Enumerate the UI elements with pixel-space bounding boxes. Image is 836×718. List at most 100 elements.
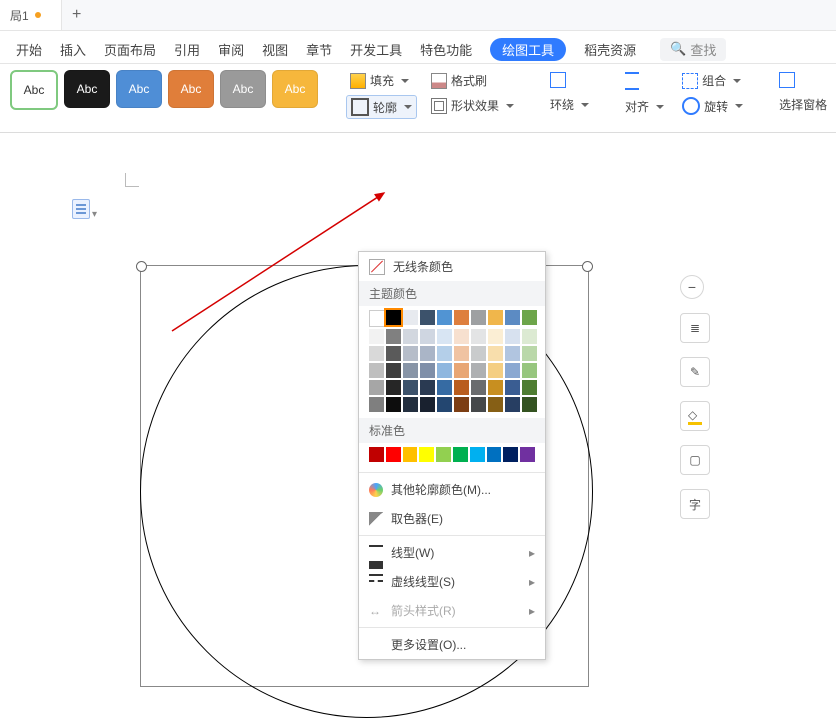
color-swatch[interactable] (386, 329, 401, 344)
color-swatch[interactable] (369, 380, 384, 395)
style-swatch[interactable]: Abc (116, 70, 162, 108)
resize-handle[interactable] (136, 261, 147, 272)
style-swatch[interactable]: Abc (168, 70, 214, 108)
tab-start[interactable]: 开始 (16, 40, 42, 59)
tab-view[interactable]: 视图 (262, 40, 288, 59)
color-swatch[interactable] (437, 363, 452, 378)
side-tool-paragraph[interactable]: ≣ (680, 313, 710, 343)
color-swatch[interactable] (522, 310, 537, 325)
color-swatch[interactable] (454, 363, 469, 378)
color-swatch[interactable] (454, 310, 469, 325)
color-swatch[interactable] (386, 397, 401, 412)
color-swatch[interactable] (503, 447, 518, 462)
color-swatch[interactable] (520, 447, 535, 462)
noline-item[interactable]: 无线条颜色 (359, 252, 545, 281)
side-tool-page[interactable]: ▢ (680, 445, 710, 475)
color-swatch[interactable] (420, 310, 435, 325)
tab-layout[interactable]: 页面布局 (104, 40, 156, 59)
color-swatch[interactable] (487, 447, 502, 462)
color-swatch[interactable] (369, 346, 384, 361)
color-swatch[interactable] (488, 346, 503, 361)
tab-reference[interactable]: 引用 (174, 40, 200, 59)
align-label-button[interactable]: 对齐 (621, 96, 668, 117)
color-swatch[interactable] (403, 380, 418, 395)
picker-item[interactable]: 取色器(E) (359, 504, 545, 533)
tab-special[interactable]: 特色功能 (420, 40, 472, 59)
color-swatch[interactable] (403, 310, 418, 325)
color-swatch[interactable] (369, 447, 384, 462)
color-swatch[interactable] (369, 363, 384, 378)
color-swatch[interactable] (437, 397, 452, 412)
color-swatch[interactable] (471, 380, 486, 395)
color-swatch[interactable] (403, 329, 418, 344)
group-button[interactable]: 组合 (678, 70, 747, 91)
search-button[interactable]: 🔍 查找 (660, 38, 726, 61)
color-swatch[interactable] (386, 380, 401, 395)
color-swatch[interactable] (403, 363, 418, 378)
color-swatch[interactable] (453, 447, 468, 462)
color-swatch[interactable] (420, 363, 435, 378)
side-tool-text[interactable]: 字 (680, 489, 710, 519)
side-tool-highlight[interactable]: ◇ (680, 401, 710, 431)
align-button[interactable] (621, 70, 668, 92)
color-swatch[interactable] (437, 380, 452, 395)
color-swatch[interactable] (471, 397, 486, 412)
style-swatch[interactable]: Abc (272, 70, 318, 108)
color-swatch[interactable] (471, 363, 486, 378)
style-swatch[interactable]: Abc (220, 70, 266, 108)
color-swatch[interactable] (488, 397, 503, 412)
document-canvas[interactable]: ▾ − ≣ ✎ ◇ ▢ 字 无线条颜色 主题颜色 标准色 其他轮廓颜色(M)..… (0, 133, 836, 679)
rotate-button[interactable]: 旋转 (678, 95, 747, 117)
dashtype-item[interactable]: 虚线线型(S)▸ (359, 567, 545, 596)
fill-button[interactable]: 填充 (346, 70, 417, 91)
color-swatch[interactable] (471, 310, 486, 325)
color-swatch[interactable] (386, 346, 401, 361)
color-swatch[interactable] (420, 380, 435, 395)
paste-options-icon[interactable] (72, 199, 90, 219)
tab-dev[interactable]: 开发工具 (350, 40, 402, 59)
color-swatch[interactable] (522, 380, 537, 395)
color-swatch[interactable] (386, 447, 401, 462)
color-swatch[interactable] (505, 346, 520, 361)
tab-review[interactable]: 审阅 (218, 40, 244, 59)
linetype-item[interactable]: 线型(W)▸ (359, 538, 545, 567)
shapeeffect-button[interactable]: 形状效果 (427, 95, 518, 116)
select-pane-button[interactable] (775, 70, 831, 90)
color-swatch[interactable] (488, 310, 503, 325)
doc-tab[interactable]: 局1 (0, 0, 62, 30)
color-swatch[interactable] (470, 447, 485, 462)
color-swatch[interactable] (522, 397, 537, 412)
outline-button[interactable]: 轮廓 (346, 95, 417, 119)
tab-chapter[interactable]: 章节 (306, 40, 332, 59)
color-swatch[interactable] (488, 363, 503, 378)
color-swatch[interactable] (488, 329, 503, 344)
wrap-button[interactable] (546, 70, 593, 90)
tab-drawtool[interactable]: 绘图工具 (490, 38, 566, 61)
color-swatch[interactable] (403, 346, 418, 361)
more-settings-item[interactable]: 更多设置(O)... (359, 630, 545, 659)
shape-style-gallery[interactable]: AbcAbcAbcAbcAbcAbc (10, 70, 318, 110)
color-swatch[interactable] (505, 380, 520, 395)
color-swatch[interactable] (454, 346, 469, 361)
color-swatch[interactable] (419, 447, 434, 462)
resize-handle[interactable] (582, 261, 593, 272)
chevron-down-icon[interactable]: ▾ (92, 209, 97, 220)
color-swatch[interactable] (505, 310, 520, 325)
color-swatch[interactable] (403, 397, 418, 412)
color-swatch[interactable] (437, 329, 452, 344)
formatbrush-button[interactable]: 格式刷 (427, 70, 518, 91)
color-swatch[interactable] (471, 346, 486, 361)
tab-docer[interactable]: 稻壳资源 (584, 40, 636, 59)
color-swatch[interactable] (454, 397, 469, 412)
color-swatch[interactable] (436, 447, 451, 462)
color-swatch[interactable] (522, 329, 537, 344)
color-swatch[interactable] (454, 329, 469, 344)
color-swatch[interactable] (386, 310, 401, 325)
color-swatch[interactable] (522, 363, 537, 378)
color-swatch[interactable] (369, 310, 386, 327)
color-swatch[interactable] (403, 447, 418, 462)
color-swatch[interactable] (471, 329, 486, 344)
color-swatch[interactable] (369, 397, 384, 412)
color-swatch[interactable] (420, 397, 435, 412)
collapse-pane-button[interactable]: − (680, 275, 704, 299)
